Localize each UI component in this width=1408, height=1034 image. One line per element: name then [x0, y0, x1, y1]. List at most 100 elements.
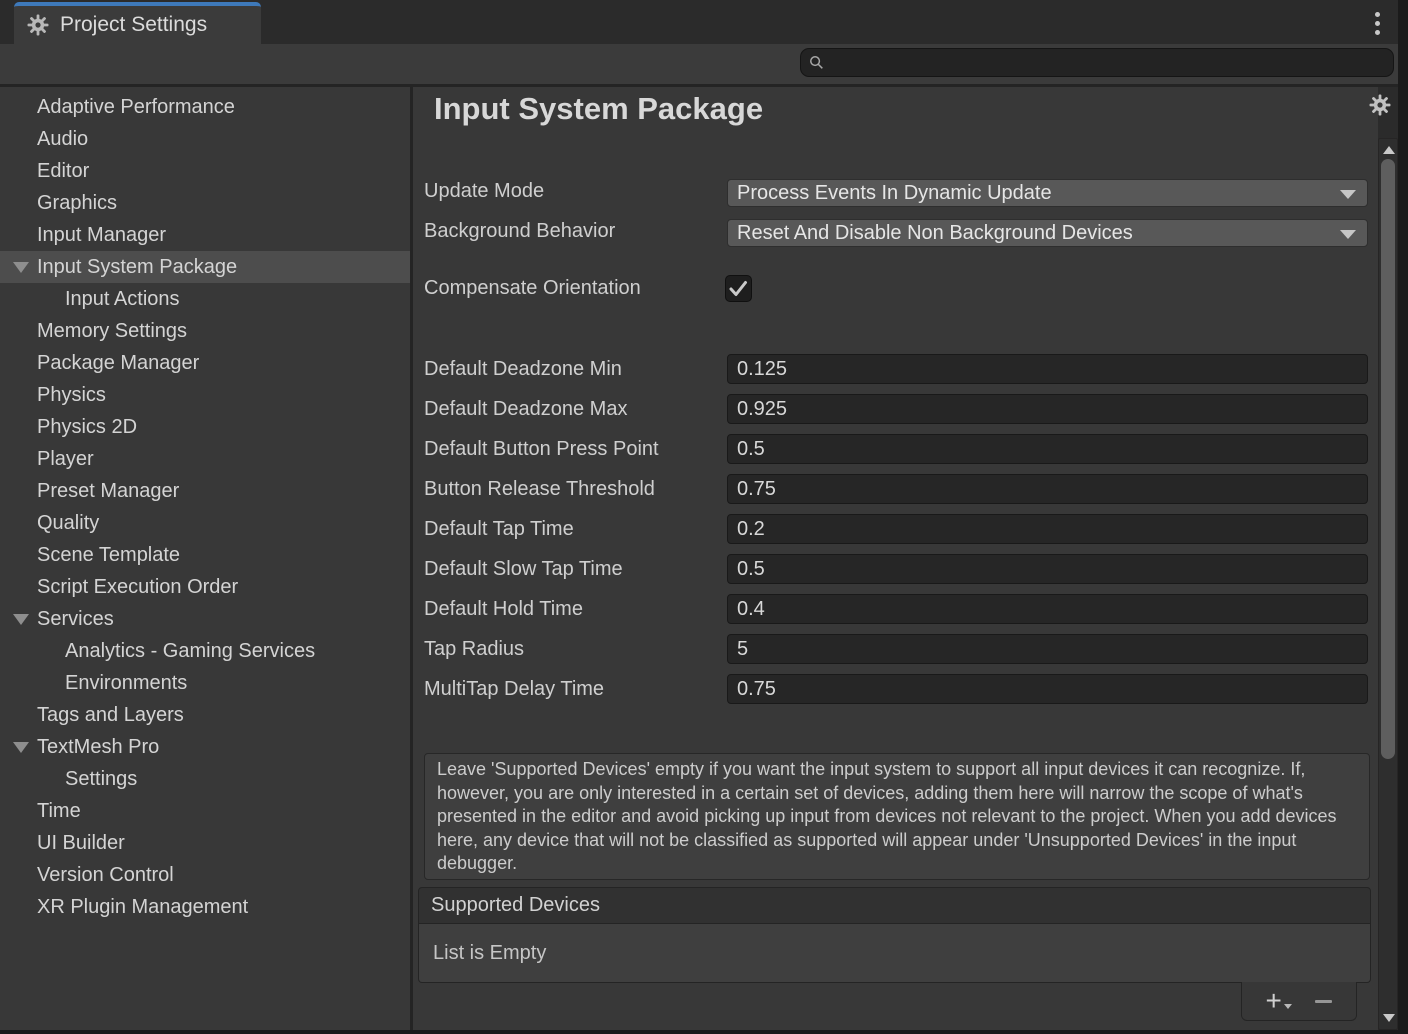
default-tap-time-input[interactable]	[727, 514, 1368, 544]
supported-devices-list: List is Empty	[418, 924, 1371, 983]
kebab-vertical-icon	[1375, 21, 1380, 26]
background-behavior-label: Background Behavior	[424, 220, 615, 243]
scrollbar-thumb[interactable]	[1381, 159, 1395, 759]
sidebar-item-label: Quality	[37, 512, 99, 535]
remove-device-button[interactable]	[1315, 1000, 1332, 1003]
sidebar-item-editor[interactable]: Editor	[0, 155, 410, 187]
page-settings-button[interactable]	[1368, 93, 1392, 122]
settings-sidebar: Adaptive Performance Audio Editor Graphics I…	[0, 87, 410, 1030]
scroll-down-button[interactable]	[1383, 1014, 1395, 1022]
tap-radius-label: Tap Radius	[424, 634, 524, 664]
button-release-threshold-input[interactable]	[727, 474, 1368, 504]
window-right-edge	[1398, 0, 1408, 1034]
sidebar-item-input-manager[interactable]: Input Manager	[0, 219, 410, 251]
tap-radius-input[interactable]	[727, 634, 1368, 664]
list-toolbar: +	[1241, 982, 1357, 1021]
sidebar-item-label: Editor	[37, 160, 89, 183]
sidebar-item-ui-builder[interactable]: UI Builder	[0, 827, 410, 859]
sidebar-item-adaptive-performance[interactable]: Adaptive Performance	[0, 91, 410, 123]
add-device-button[interactable]: +	[1266, 987, 1292, 1015]
sidebar-item-script-execution-order[interactable]: Script Execution Order	[0, 571, 410, 603]
update-mode-dropdown[interactable]: Process Events In Dynamic Update	[727, 179, 1368, 207]
settings-main-panel: Input System Package Update Mode	[413, 87, 1378, 1030]
sidebar-item-label: Version Control	[37, 864, 174, 887]
default-deadzone-min-label: Default Deadzone Min	[424, 354, 622, 384]
sidebar-item-settings[interactable]: Settings	[0, 763, 410, 795]
sidebar-item-label: Scene Template	[37, 544, 180, 567]
sidebar-item-label: Graphics	[37, 192, 117, 215]
sidebar-item-package-manager[interactable]: Package Manager	[0, 347, 410, 379]
default-deadzone-max-input[interactable]	[727, 394, 1368, 424]
sidebar-item-label: Audio	[37, 128, 88, 151]
sidebar-item-tags-and-layers[interactable]: Tags and Layers	[0, 699, 410, 731]
sidebar-item-label: XR Plugin Management	[37, 896, 248, 919]
sidebar-item-label: UI Builder	[37, 832, 125, 855]
sidebar-item-label: Physics 2D	[37, 416, 137, 439]
multitap-delay-time-label: MultiTap Delay Time	[424, 674, 604, 704]
default-slow-tap-time-input[interactable]	[727, 554, 1368, 584]
compensate-orientation-label: Compensate Orientation	[424, 277, 641, 300]
button-release-threshold-label: Button Release Threshold	[424, 474, 655, 504]
sidebar-item-player[interactable]: Player	[0, 443, 410, 475]
sidebar-item-xr-plugin-management[interactable]: XR Plugin Management	[0, 891, 410, 923]
sidebar-item-physics[interactable]: Physics	[0, 379, 410, 411]
search-box[interactable]	[800, 48, 1394, 77]
checkmark-icon	[726, 276, 751, 301]
default-hold-time-label: Default Hold Time	[424, 594, 583, 624]
sidebar-item-time[interactable]: Time	[0, 795, 410, 827]
list-empty-label: List is Empty	[433, 942, 546, 965]
expander-triangle-icon[interactable]	[13, 262, 29, 273]
kebab-vertical-icon	[1375, 30, 1380, 35]
default-hold-time-input[interactable]	[727, 594, 1368, 624]
magnifier-icon	[809, 55, 824, 70]
default-deadzone-min-input[interactable]	[727, 354, 1368, 384]
sidebar-item-label: Physics	[37, 384, 106, 407]
background-behavior-dropdown[interactable]: Reset And Disable Non Background Devices	[727, 219, 1368, 247]
sidebar-item-label: Adaptive Performance	[37, 96, 235, 119]
expander-triangle-icon[interactable]	[13, 742, 29, 753]
default-tap-time-label: Default Tap Time	[424, 514, 574, 544]
default-button-press-point-input[interactable]	[727, 434, 1368, 464]
kebab-vertical-icon	[1375, 12, 1380, 17]
sidebar-item-version-control[interactable]: Version Control	[0, 859, 410, 891]
sidebar-item-audio[interactable]: Audio	[0, 123, 410, 155]
sidebar-item-services[interactable]: Services	[0, 603, 410, 635]
sidebar-item-memory-settings[interactable]: Memory Settings	[0, 315, 410, 347]
sidebar-item-graphics[interactable]: Graphics	[0, 187, 410, 219]
sidebar-item-input-actions[interactable]: Input Actions	[0, 283, 410, 315]
default-slow-tap-time-label: Default Slow Tap Time	[424, 554, 623, 584]
sidebar-item-input-system-package[interactable]: Input System Package	[0, 251, 410, 283]
default-button-press-point-label: Default Button Press Point	[424, 434, 659, 464]
sidebar-item-label: Package Manager	[37, 352, 199, 375]
supported-devices-header[interactable]: Supported Devices	[418, 887, 1371, 924]
sidebar-item-label: Input Manager	[37, 224, 166, 247]
compensate-orientation-checkbox[interactable]	[725, 275, 752, 302]
tab-project-settings[interactable]: Project Settings	[14, 2, 261, 44]
tab-strip: Project Settings	[0, 0, 1408, 44]
scroll-up-button[interactable]	[1383, 146, 1395, 154]
sidebar-item-label: Time	[37, 800, 81, 823]
background-behavior-value: Reset And Disable Non Background Devices	[737, 222, 1133, 245]
update-mode-label: Update Mode	[424, 180, 544, 203]
sidebar-item-label: Script Execution Order	[37, 576, 238, 599]
multitap-delay-time-input[interactable]	[727, 674, 1368, 704]
vertical-scrollbar[interactable]	[1378, 138, 1398, 1030]
gear-icon	[1368, 93, 1392, 117]
sidebar-item-preset-manager[interactable]: Preset Manager	[0, 475, 410, 507]
supported-devices-title: Supported Devices	[431, 894, 600, 917]
sidebar-item-quality[interactable]: Quality	[0, 507, 410, 539]
sidebar-item-label: Services	[37, 608, 114, 631]
sidebar-item-analytics-gaming-services[interactable]: Analytics - Gaming Services	[0, 635, 410, 667]
tab-title: Project Settings	[60, 13, 207, 37]
sidebar-item-textmesh-pro[interactable]: TextMesh Pro	[0, 731, 410, 763]
sidebar-item-scene-template[interactable]: Scene Template	[0, 539, 410, 571]
window-menu-button[interactable]	[1364, 7, 1390, 39]
chevron-down-icon	[1340, 190, 1356, 199]
sidebar-item-label: Analytics - Gaming Services	[65, 640, 315, 663]
update-mode-value: Process Events In Dynamic Update	[737, 182, 1052, 205]
project-settings-window: Project Settings Adaptive Performance Aud…	[0, 0, 1408, 1034]
sidebar-item-environments[interactable]: Environments	[0, 667, 410, 699]
search-input[interactable]	[830, 53, 1385, 73]
expander-triangle-icon[interactable]	[13, 614, 29, 625]
sidebar-item-physics-2d[interactable]: Physics 2D	[0, 411, 410, 443]
